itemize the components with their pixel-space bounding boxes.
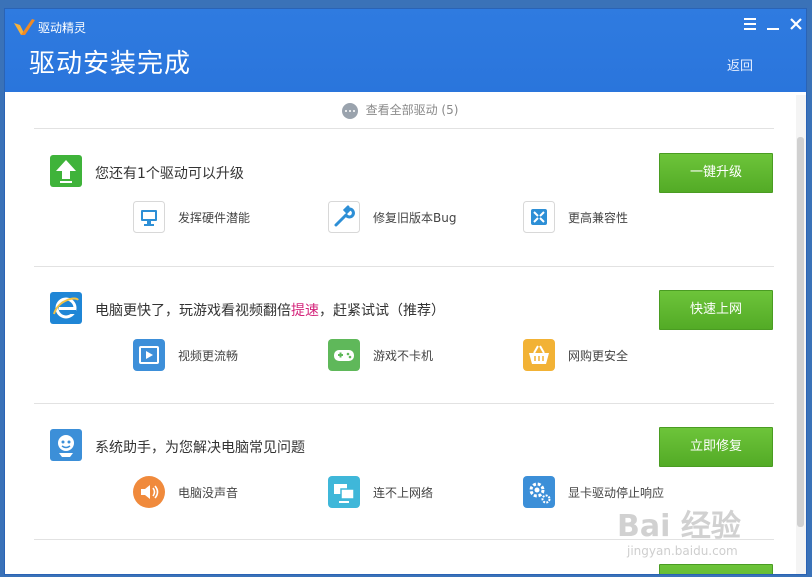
back-button[interactable]: 返回 — [727, 55, 753, 74]
view-all-label: 查看全部驱动 (5) — [365, 103, 459, 117]
expand-arrows-icon — [523, 201, 555, 233]
gear-icon — [523, 476, 555, 508]
video-film-icon — [133, 339, 165, 371]
driver-genius-window: 驱动精灵 驱动安装完成 返回 查看全部驱动 (5) 您还有1个驱动可以升级 一键… — [5, 9, 806, 574]
divider — [34, 403, 774, 404]
scroll-thumb[interactable] — [797, 137, 804, 527]
close-icon[interactable] — [787, 15, 805, 33]
shopping-basket-icon — [523, 339, 555, 371]
view-all-drivers[interactable]: 查看全部驱动 (5) — [5, 101, 795, 119]
speaker-icon — [133, 476, 165, 508]
baidu-watermark: Bai 经验 — [617, 509, 741, 544]
baidu-watermark-url: jingyan.baidu.com — [627, 544, 738, 558]
header-bar: 驱动精灵 驱动安装完成 返回 — [5, 9, 806, 92]
next-section-button-partial[interactable] — [659, 564, 773, 574]
section-upgrade-title: 您还有1个驱动可以升级 — [95, 166, 244, 182]
page-title: 驱动安装完成 — [29, 49, 192, 79]
divider — [34, 266, 774, 267]
section-assistant-title: 系统助手，为您解决电脑常见问题 — [95, 440, 305, 456]
menu-icon[interactable] — [741, 15, 759, 33]
upgrade-arrow-icon — [50, 155, 82, 187]
fast-internet-button[interactable]: 快速上网 — [659, 290, 773, 330]
app-logo-icon — [14, 19, 35, 35]
section-speed-title: 电脑更快了，玩游戏看视频翻倍提速，赶紧试试（推荐） — [95, 303, 445, 319]
minimize-icon[interactable] — [764, 15, 782, 33]
monitor-icon — [133, 201, 165, 233]
gamepad-icon — [328, 339, 360, 371]
repair-now-button[interactable]: 立即修复 — [659, 427, 773, 467]
system-assistant-icon — [50, 429, 82, 461]
one-click-upgrade-button[interactable]: 一键升级 — [659, 153, 773, 193]
wrench-icon — [328, 201, 360, 233]
divider — [34, 128, 774, 129]
browser-ie-icon — [50, 292, 82, 324]
vertical-scrollbar[interactable] — [796, 95, 806, 574]
more-dots-icon — [341, 102, 358, 119]
app-name: 驱动精灵 — [38, 21, 87, 35]
network-monitors-icon — [328, 476, 360, 508]
